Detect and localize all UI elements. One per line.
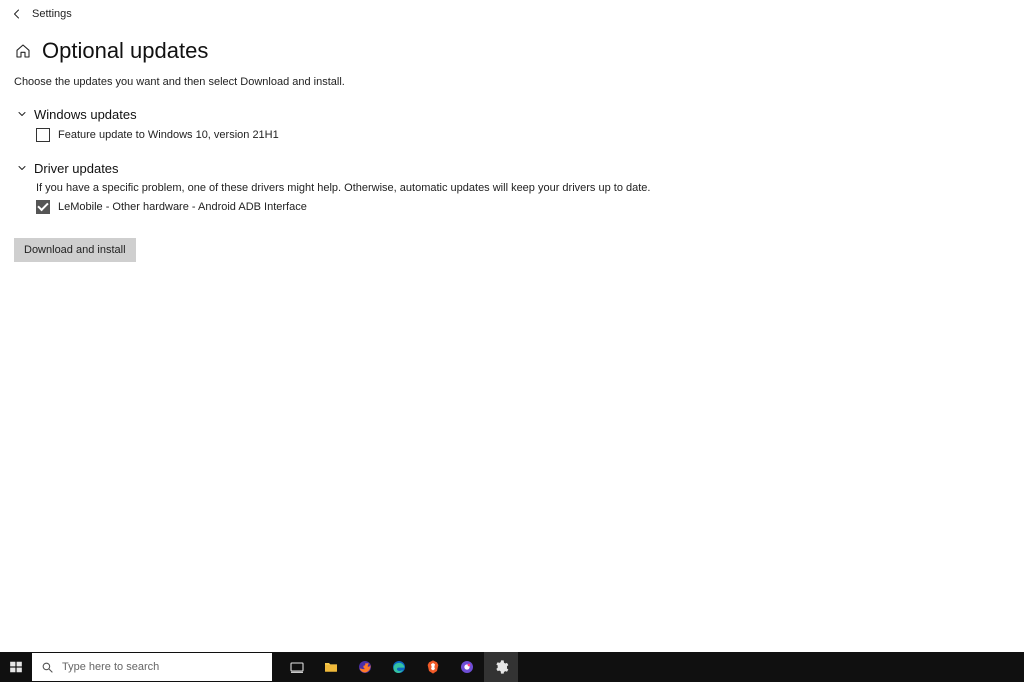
home-icon [15,43,31,59]
firefox-icon [357,659,373,675]
start-button[interactable] [0,652,32,682]
breadcrumb: Settings [32,8,72,20]
file-explorer-button[interactable] [314,652,348,682]
edge-icon [391,659,407,675]
edge-button[interactable] [382,652,416,682]
app-button[interactable] [450,652,484,682]
windows-logo-icon [9,660,23,674]
firefox-button[interactable] [348,652,382,682]
brave-button[interactable] [416,652,450,682]
circle-app-icon [459,659,475,675]
back-button[interactable] [10,7,24,21]
task-view-button[interactable] [280,652,314,682]
driver-updates-title: Driver updates [34,161,119,176]
home-button[interactable] [14,42,32,60]
chevron-down-icon [14,160,30,176]
windows-update-item-label: Feature update to Windows 10, version 21… [58,129,279,141]
back-arrow-icon [11,8,23,20]
page-title: Optional updates [42,38,208,64]
taskbar-search[interactable]: Type here to search [32,653,272,681]
driver-update-item-label: LeMobile - Other hardware - Android ADB … [58,201,307,213]
folder-icon [323,659,339,675]
taskbar: Type here to search [0,652,1024,682]
task-view-icon [289,659,305,675]
windows-update-item[interactable]: Feature update to Windows 10, version 21… [36,128,1010,142]
description-text: Choose the updates you want and then sel… [0,72,1024,106]
gear-icon [493,659,509,675]
driver-updates-toggle[interactable]: Driver updates [14,160,1010,176]
windows-updates-title: Windows updates [34,107,137,122]
download-install-button[interactable]: Download and install [14,238,136,262]
brave-icon [425,659,441,675]
checkbox-unchecked[interactable] [36,128,50,142]
search-placeholder: Type here to search [62,661,159,673]
windows-updates-toggle[interactable]: Windows updates [14,106,1010,122]
driver-updates-subtext: If you have a specific problem, one of t… [36,182,1010,194]
driver-update-item[interactable]: LeMobile - Other hardware - Android ADB … [36,200,1010,214]
checkbox-checked[interactable] [36,200,50,214]
search-icon [40,660,54,674]
settings-taskbar-button[interactable] [484,652,518,682]
chevron-down-icon [14,106,30,122]
